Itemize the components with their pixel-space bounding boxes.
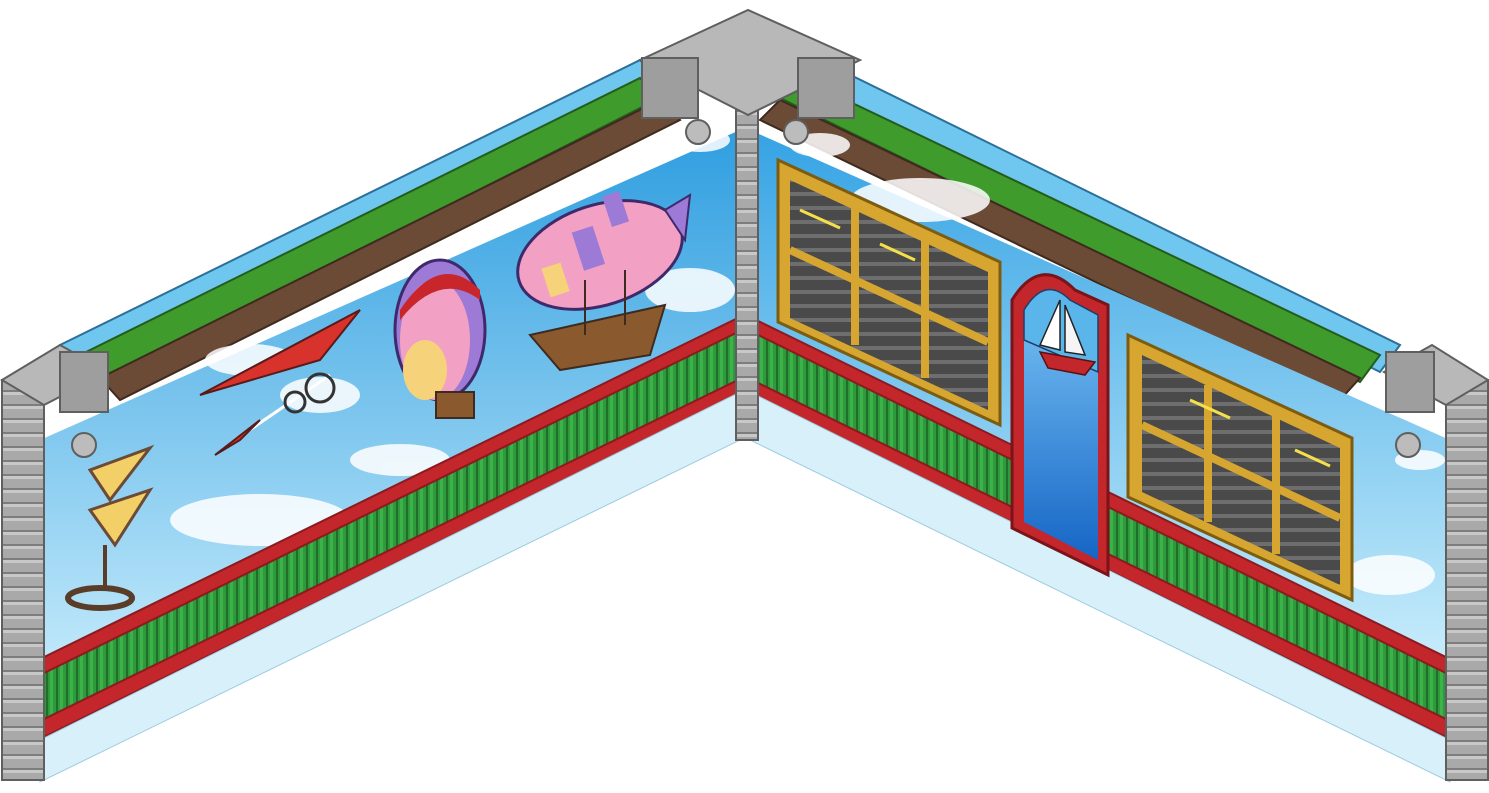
right-wall [747, 58, 1453, 783]
left-wall [37, 58, 743, 783]
room-scene [0, 0, 1489, 793]
room-canvas [0, 8, 1489, 783]
arched-door-icon [1010, 273, 1110, 578]
